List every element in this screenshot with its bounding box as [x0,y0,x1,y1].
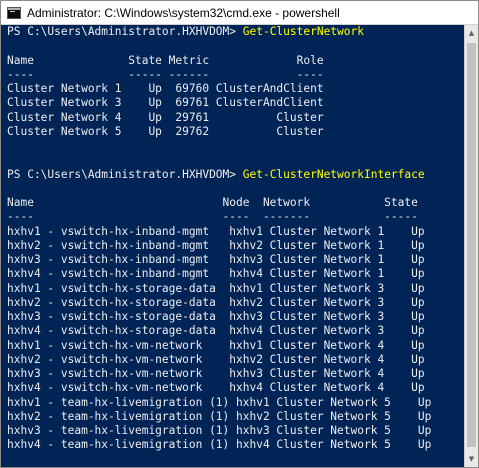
console-output[interactable]: PS C:\Users\Administrator.HXHVDOM> Get-C… [1,25,464,467]
vertical-scrollbar[interactable]: ▲ ▼ [464,25,478,467]
output-line: hxhv3 - vswitch-hx-storage-data hxhv3 Cl… [7,310,425,323]
output-line: Name State Metric Role [7,53,324,67]
scrollbar-thumb[interactable] [467,43,476,447]
console-window: Administrator: C:\Windows\system32\cmd.e… [0,0,479,468]
output-line: Cluster Network 4 Up 29761 Cluster [7,110,324,124]
command-text: Get-ClusterNetwork [242,25,364,38]
prompt-text: PS C:\Users\Administrator.HXHVDOM> [7,167,243,181]
scroll-up-icon[interactable]: ▲ [467,27,476,39]
output-line: hxhv4 - vswitch-hx-inband-mgmt hxhv4 Clu… [7,267,425,281]
output-line: hxhv1 - vswitch-hx-storage-data hxhv1 Cl… [7,281,425,295]
prompt-line: PS C:\Users\Administrator.HXHVDOM> Get-C… [7,25,464,39]
output-line: ---- ---- ------- ----- [7,210,418,224]
output-line: hxhv4 - vswitch-hx-vm-network hxhv4 Clus… [7,381,425,395]
prompt-text: PS C:\Users\Administrator.HXHVDOM> [7,25,243,38]
output-line: hxhv3 - vswitch-hx-vm-network hxhv3 Clus… [7,367,425,380]
output-line: Cluster Network 5 Up 29762 Cluster [7,124,324,138]
output-line: hxhv3 - team-hx-livemigration (1) hxhv3 … [7,424,432,437]
scroll-down-icon[interactable]: ▼ [467,453,476,465]
output-line: hxhv1 - vswitch-hx-vm-network hxhv1 Clus… [7,338,425,352]
window-title: Administrator: C:\Windows\system32\cmd.e… [27,5,340,20]
output-line: Name Node Network State [7,196,418,209]
output-line: Cluster Network 3 Up 69761 ClusterAndCli… [7,96,324,110]
output-line: hxhv2 - vswitch-hx-storage-data hxhv2 Cl… [7,295,425,309]
output-line: hxhv4 - vswitch-hx-storage-data hxhv4 Cl… [7,324,425,338]
title-bar[interactable]: Administrator: C:\Windows\system32\cmd.e… [1,1,478,25]
output-line: hxhv2 - vswitch-hx-inband-mgmt hxhv2 Clu… [7,238,425,252]
cmd-icon [7,6,21,19]
output-line: hxhv2 - vswitch-hx-vm-network hxhv2 Clus… [7,352,425,366]
output-line: hxhv1 - vswitch-hx-inband-mgmt hxhv1 Clu… [7,224,425,238]
command-text: Get-ClusterNetworkInterface [242,167,425,181]
output-line: hxhv4 - team-hx-livemigration (1) hxhv4 … [7,438,432,452]
prompt-line: PS C:\Users\Administrator.HXHVDOM> Get-C… [7,168,464,182]
output-line: hxhv1 - team-hx-livemigration (1) hxhv1 … [7,395,432,409]
output-line: Cluster Network 1 Up 69760 ClusterAndCli… [7,82,324,95]
output-line: ---- ----- ------ ---- [7,67,324,81]
output-line: hxhv2 - team-hx-livemigration (1) hxhv2 … [7,409,432,423]
output-line: hxhv3 - vswitch-hx-inband-mgmt hxhv3 Clu… [7,253,425,266]
